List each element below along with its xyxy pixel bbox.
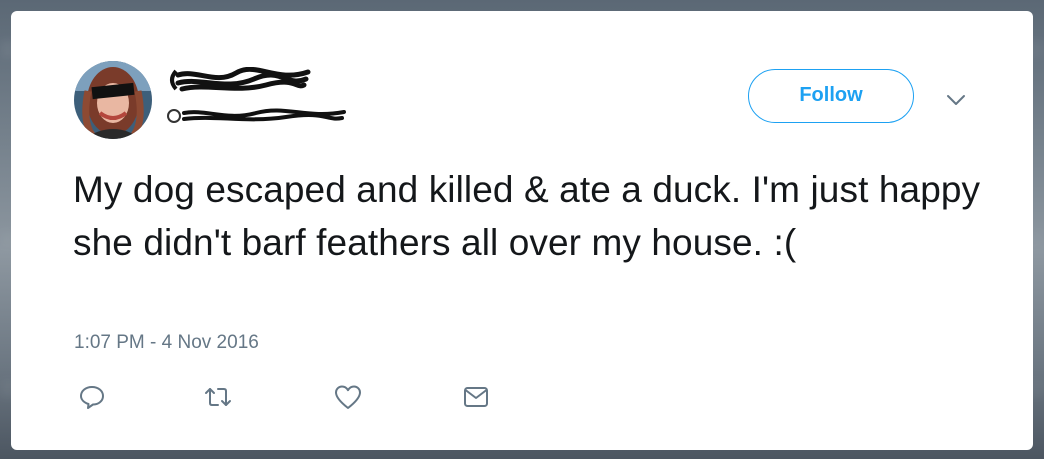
chevron-down-icon[interactable] [945,89,967,111]
redacted-author-handle [167,108,346,123]
redacted-author-name [170,67,311,92]
avatar-image [74,61,152,139]
tweet-text: My dog escaped and killed & ate a duck. … [73,169,981,263]
avatar[interactable] [74,61,152,139]
retweet-icon[interactable] [203,382,233,412]
reply-icon[interactable] [77,382,107,412]
tweet-card: Follow My dog escaped and killed & ate a… [11,11,1033,450]
like-icon[interactable] [333,382,363,412]
follow-button[interactable]: Follow [748,69,914,123]
tweet-timestamp[interactable]: 1:07 PM - 4 Nov 2016 [74,332,259,354]
direct-message-icon[interactable] [461,382,491,412]
